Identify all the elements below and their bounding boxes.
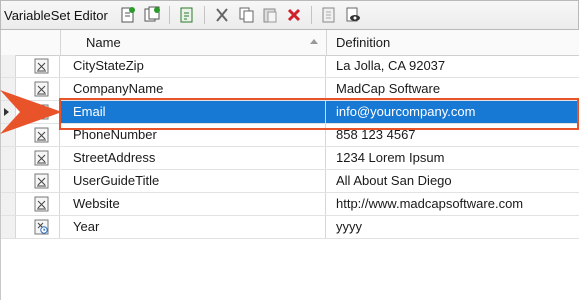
- preview-icon[interactable]: [343, 5, 363, 25]
- add-definition-icon[interactable]: [177, 5, 197, 25]
- variable-icon: [34, 58, 49, 74]
- editor-toolbar: VariableSet Editor: [0, 0, 579, 30]
- sort-ascending-icon: [310, 39, 318, 44]
- variable-name[interactable]: Website: [61, 193, 326, 215]
- toolbar-separator: [203, 6, 205, 24]
- variable-definition[interactable]: MadCap Software: [326, 78, 579, 100]
- row-selector[interactable]: [1, 170, 16, 192]
- properties-icon[interactable]: [319, 5, 339, 25]
- table-row[interactable]: CityStateZip La Jolla, CA 92037: [1, 55, 579, 78]
- column-header-name[interactable]: Name: [86, 30, 121, 55]
- cut-icon[interactable]: [212, 5, 232, 25]
- paste-icon[interactable]: [260, 5, 280, 25]
- row-selector[interactable]: [1, 101, 16, 123]
- datetime-variable-icon: [34, 219, 49, 235]
- table-row[interactable]: Email info@yourcompany.com: [1, 101, 579, 124]
- variable-icon: [34, 196, 49, 212]
- row-selector[interactable]: [1, 193, 16, 215]
- row-selector[interactable]: [1, 147, 16, 169]
- variable-name[interactable]: Year: [61, 216, 326, 238]
- add-variable-icon[interactable]: [118, 5, 138, 25]
- grid-header: Name Definition: [1, 30, 579, 56]
- variable-name[interactable]: Email: [61, 101, 326, 123]
- toolbar-separator: [310, 6, 312, 24]
- variable-definition[interactable]: info@yourcompany.com: [326, 101, 579, 123]
- variable-icon: [34, 173, 49, 189]
- row-selector[interactable]: [1, 78, 16, 100]
- variable-icon: [34, 127, 49, 143]
- variable-icon: [34, 104, 49, 120]
- editor-title: VariableSet Editor: [4, 7, 108, 23]
- variable-icon: [34, 150, 49, 166]
- table-row[interactable]: Year yyyy: [1, 216, 579, 239]
- variable-name[interactable]: CompanyName: [61, 78, 326, 100]
- add-multiple-icon[interactable]: [142, 5, 162, 25]
- variable-grid: Name Definition CityStateZip La Jolla, C…: [0, 30, 579, 300]
- table-row[interactable]: UserGuideTitle All About San Diego: [1, 170, 579, 193]
- variable-definition[interactable]: http://www.madcapsoftware.com: [326, 193, 579, 215]
- column-header-definition[interactable]: Definition: [336, 30, 390, 55]
- variable-definition[interactable]: 858 123 4567: [326, 124, 579, 146]
- variable-name[interactable]: PhoneNumber: [61, 124, 326, 146]
- toolbar-separator: [168, 6, 170, 24]
- table-row[interactable]: CompanyName MadCap Software: [1, 78, 579, 101]
- variable-name[interactable]: StreetAddress: [61, 147, 326, 169]
- delete-icon[interactable]: [284, 5, 304, 25]
- variable-definition[interactable]: 1234 Lorem Ipsum: [326, 147, 579, 169]
- variable-definition[interactable]: yyyy: [326, 216, 579, 238]
- row-selector[interactable]: [1, 124, 16, 146]
- table-row[interactable]: PhoneNumber 858 123 4567: [1, 124, 579, 147]
- current-row-indicator-icon: [4, 108, 9, 116]
- table-row[interactable]: Website http://www.madcapsoftware.com: [1, 193, 579, 216]
- variable-definition[interactable]: All About San Diego: [326, 170, 579, 192]
- variable-definition[interactable]: La Jolla, CA 92037: [326, 55, 579, 77]
- header-divider: [60, 30, 61, 55]
- header-divider: [326, 30, 327, 55]
- row-selector[interactable]: [1, 55, 16, 77]
- variable-icon: [34, 81, 49, 97]
- table-row[interactable]: StreetAddress 1234 Lorem Ipsum: [1, 147, 579, 170]
- row-selector[interactable]: [1, 216, 16, 238]
- copy-icon[interactable]: [236, 5, 256, 25]
- variable-name[interactable]: CityStateZip: [61, 55, 326, 77]
- variable-name[interactable]: UserGuideTitle: [61, 170, 326, 192]
